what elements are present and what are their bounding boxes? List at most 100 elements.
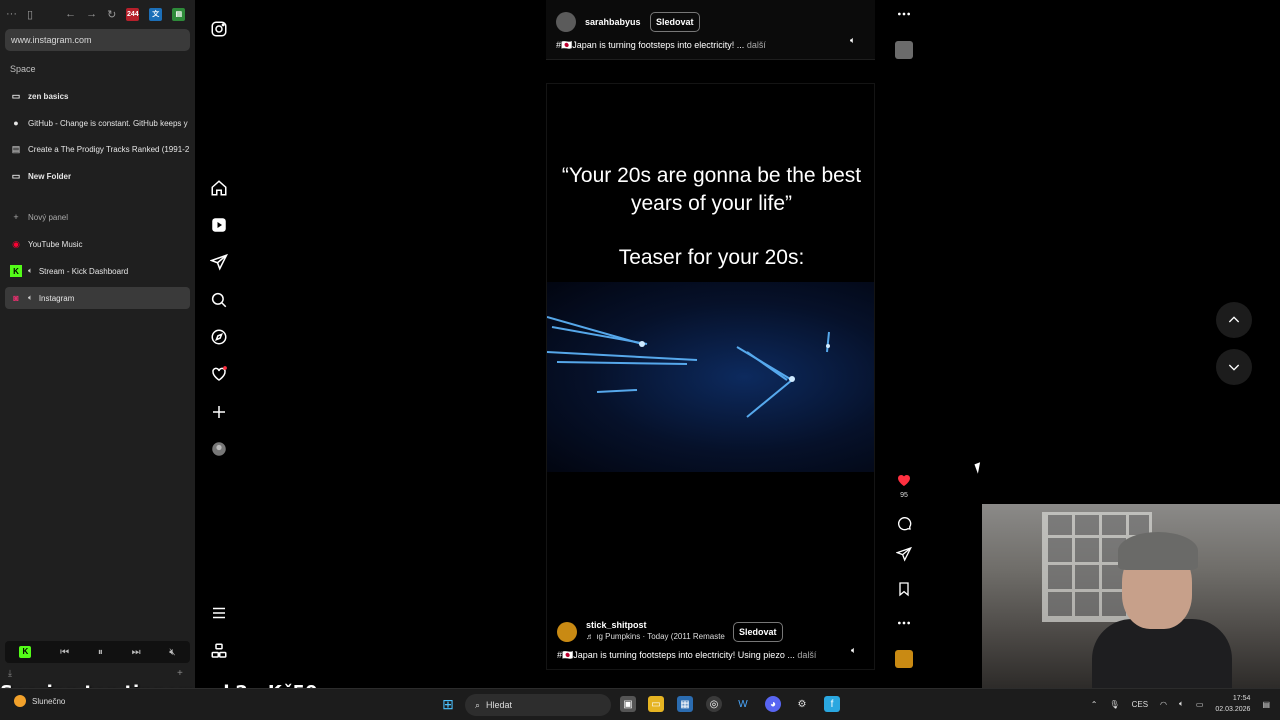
messages-icon[interactable] [207,250,231,274]
extension-icon[interactable]: ▤ [172,7,186,21]
notifications-icon[interactable]: ▤ [1262,700,1270,709]
share-icon[interactable] [894,544,914,564]
reel-username[interactable]: stick_shitpost [586,620,647,630]
search-icon[interactable] [207,288,231,312]
back-icon[interactable]: ← [65,8,76,20]
next-track-icon[interactable]: ⏭ [132,647,141,658]
reload-icon[interactable]: ↻ [107,8,116,21]
store-icon[interactable]: ▦ [677,696,693,712]
sound-icon[interactable]: 🔈︎ [851,645,856,656]
tab-youtube-music[interactable]: ◉ YouTube Music [5,233,190,255]
more-options-icon[interactable] [894,613,914,633]
language-indicator[interactable]: CES [1132,700,1148,709]
download-icon[interactable]: ⤓ [8,668,12,679]
screen: ··· ▯ ← → ↻ 244 文 ▤ www.instagram.com Sp… [0,0,1280,720]
sidebar-item-new-folder[interactable]: ▭ New Folder [5,165,190,187]
task-view-icon[interactable]: ▣ [620,696,636,712]
also-from-meta-icon[interactable] [207,639,231,663]
instagram-nav [195,0,243,688]
taskbar: Slunečno ⊞ ⌕ Hledat ▣ ▭ ▦ ◎ W ◕ ⚙ f ⌃ 🎙︎… [0,688,1280,720]
follow-button[interactable]: Sledovat [650,12,700,32]
clock[interactable]: 17:54 02.03.2026 [1215,693,1250,715]
profile-avatar[interactable] [207,437,231,461]
like-icon[interactable] [894,470,914,490]
windows-start-icon[interactable]: ⊞ [440,696,456,712]
reel-caption[interactable]: #🇯🇵Japan is turning footsteps into elect… [557,650,816,661]
current-reel[interactable]: “Your 20s are gonna be the best years of… [546,83,875,670]
caption-text: #🇯🇵Japan is turning footsteps into elect… [556,40,745,50]
mute-icon[interactable]: 🔇︎ [169,647,175,658]
folder-icon: ▭ [11,90,21,101]
previous-reel-button[interactable] [1216,302,1252,338]
sidebar-item-zen-basics[interactable]: ▭ zen basics [5,85,190,107]
reel-music[interactable]: ♬ ıg Pumpkins · Today (2011 Remaste [586,632,725,641]
speaker-icon[interactable]: 🔈︎ [28,293,33,303]
audio-thumbnail[interactable] [895,650,913,668]
sidebar-item-label: GitHub - Change is constant. GitHub keep… [28,118,188,128]
volume-icon[interactable]: 🔈︎ [1179,699,1184,709]
sidebar-toggle-icon[interactable]: ▯ [27,8,33,21]
reel-video-frame [547,282,874,472]
search-icon: ⌕ [475,699,481,710]
next-reel-button[interactable] [1216,349,1252,385]
file-explorer-icon[interactable]: ▭ [648,696,664,712]
sound-icon[interactable]: 🔈︎ [850,35,855,46]
more-link[interactable]: další [797,650,816,660]
tray-chevron-icon[interactable]: ⌃ [1091,700,1098,709]
extension-badge-icon[interactable]: 244 [126,7,140,21]
instagram-logo-icon[interactable] [207,17,231,41]
save-icon[interactable] [894,579,914,599]
comment-icon[interactable] [894,513,914,533]
sidebar-item-prodigy[interactable]: ▤ Create a The Prodigy Tracks Ranked (19… [5,138,190,160]
webcam-overlay [982,504,1280,694]
audio-thumbnail[interactable] [895,41,913,59]
add-icon[interactable]: + [177,668,183,679]
avatar[interactable] [557,622,577,642]
speaker-icon[interactable]: 🔈︎ [28,266,33,276]
explore-icon[interactable] [207,325,231,349]
battery-icon[interactable]: ▭ [1196,700,1204,709]
weather-widget[interactable]: Slunečno [14,695,65,707]
taskbar-search[interactable]: ⌕ Hledat [465,694,611,716]
tab-instagram[interactable]: ◙ 🔈︎ Instagram [5,287,190,309]
more-menu-icon[interactable] [207,601,231,625]
create-icon[interactable] [207,400,231,424]
url-bar[interactable]: www.instagram.com [5,29,190,51]
more-link[interactable]: další [747,40,766,50]
zen-browser-icon[interactable]: ◎ [706,696,722,712]
app-icon[interactable]: W [735,696,751,712]
browser-sidebar: ··· ▯ ← → ↻ 244 文 ▤ www.instagram.com Sp… [0,0,195,688]
reel-subtitle-text: Teaser for your 20s: [618,246,805,269]
menu-dots-icon[interactable]: ··· [6,8,17,20]
new-panel-button[interactable]: + Nový panel [5,206,190,228]
discord-icon[interactable]: ◕ [765,696,781,712]
tab-kick-dashboard[interactable]: K 🔈︎ Stream - Kick Dashboard [5,260,190,282]
translate-extension-icon[interactable]: 文 [149,7,163,21]
app-icon[interactable]: ⚙ [794,696,810,712]
plus-icon: + [13,212,19,222]
wifi-icon[interactable]: ◠ [1160,700,1167,709]
home-icon[interactable] [207,176,231,200]
search-placeholder: Hledat [486,700,513,710]
pause-icon[interactable]: ⏸ [98,647,103,658]
avatar[interactable] [556,12,576,32]
clock-date: 02.03.2026 [1215,706,1251,713]
microphone-icon[interactable]: 🎙︎ [1109,700,1119,709]
more-options-icon[interactable] [894,4,914,24]
previous-track-icon[interactable]: ⏮ [60,647,69,658]
previous-reel: sarahbabyus Sledovat #🇯🇵Japan is turning… [546,0,875,60]
sidebar-item-github[interactable]: ● GitHub - Change is constant. GitHub ke… [5,112,190,134]
reels-icon[interactable] [207,213,231,237]
page-icon: ▤ [11,143,21,154]
instagram-icon: ◙ [13,293,19,303]
follow-button[interactable]: Sledovat [733,622,783,642]
caption-text: #🇯🇵Japan is turning footsteps into elect… [557,650,795,660]
youtube-music-icon: ◉ [12,238,20,249]
forward-icon[interactable]: → [86,8,97,20]
reel-caption[interactable]: #🇯🇵Japan is turning footsteps into elect… [556,40,766,51]
notifications-heart-icon[interactable] [207,362,231,386]
webcam-person-body [1092,619,1232,694]
reel-username[interactable]: sarahbabyus [585,17,641,27]
app-icon[interactable]: f [824,696,840,712]
folder-icon: ▭ [11,170,21,181]
